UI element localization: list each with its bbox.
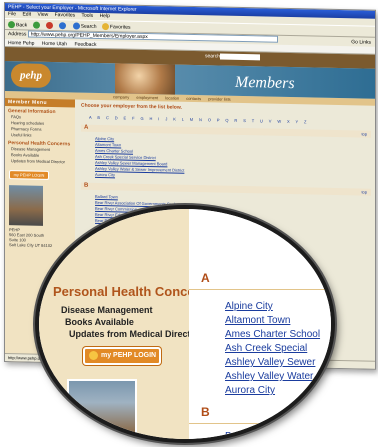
top-link[interactable]: top	[361, 188, 367, 195]
forward-arrow-icon	[32, 21, 40, 29]
sidebar-item-disease[interactable]: Disease Management	[61, 305, 153, 315]
login-button[interactable]: my PEHP LOGIN	[9, 170, 49, 180]
employer-link[interactable]: Ashley Valley Water	[225, 371, 313, 382]
employer-link[interactable]: Ash Creek Special	[225, 343, 307, 354]
employer-link[interactable]: Ballard Town	[225, 431, 282, 439]
nav-provider-lists[interactable]: provider lists	[208, 96, 230, 101]
family-photo	[115, 63, 175, 95]
building-photo	[9, 185, 43, 226]
magnifier-callout: Personal Health Concerns Disease Managem…	[35, 205, 335, 443]
star-icon	[101, 23, 109, 31]
magnified-sidebar: Personal Health Concerns Disease Managem…	[39, 209, 215, 439]
divider	[189, 289, 331, 290]
divider	[189, 423, 331, 424]
go-button[interactable]: Go Links	[351, 38, 371, 47]
employer-link[interactable]: Ames Charter School	[225, 329, 320, 340]
employer-link[interactable]: Altamont Town	[225, 315, 290, 326]
menu-file[interactable]: File	[8, 11, 16, 17]
address-label: Address	[8, 31, 27, 38]
back-arrow-icon	[8, 21, 15, 29]
employer-link[interactable]: Aurora City	[225, 385, 275, 396]
login-icon	[89, 350, 98, 360]
top-link[interactable]: top	[361, 130, 367, 137]
refresh-icon	[59, 22, 67, 30]
banner-title: Members	[235, 73, 295, 93]
nav-location[interactable]: location	[165, 95, 179, 100]
employer-link[interactable]: Alpine City	[225, 301, 273, 312]
menu-favorites[interactable]: Favorites	[55, 12, 76, 18]
sidebar-item-updates[interactable]: Updates from Medical Director	[5, 158, 75, 165]
stop-icon	[45, 22, 53, 30]
nav-employment[interactable]: employment	[136, 95, 158, 100]
sidebar-item-books[interactable]: Books Available	[65, 317, 134, 327]
building-photo	[67, 379, 137, 439]
employer-link[interactable]: Ashley Valley Sewer	[225, 357, 315, 368]
nav-contacts[interactable]: contacts	[186, 96, 201, 101]
section-header-a: A	[201, 271, 210, 285]
favorite-link[interactable]: Home Utah	[42, 41, 67, 48]
site-search-input[interactable]	[220, 53, 260, 61]
screenshot: PEHP - Select your Employer - Microsoft …	[0, 0, 378, 447]
nav-company[interactable]: company	[113, 94, 129, 99]
menu-view[interactable]: View	[37, 12, 48, 18]
pehp-logo[interactable]: pehp	[11, 63, 51, 88]
favorite-link[interactable]: Home Pehp	[8, 40, 34, 47]
site-search-label: search	[205, 53, 221, 60]
links-label: Links	[359, 39, 371, 46]
magnified-employer-list: A Alpine City Altamont Town Ames Charter…	[189, 209, 331, 439]
search-icon	[72, 22, 80, 30]
favorite-link[interactable]: Feedback	[74, 41, 96, 47]
section-header-b: B	[201, 405, 210, 419]
menu-edit[interactable]: Edit	[22, 11, 31, 17]
login-button[interactable]: my PEHP LOGIN	[83, 347, 161, 365]
page-instruction: Choose your employer from the list below…	[81, 102, 182, 111]
alphabet-index[interactable]: A B C D E F G H I J K L M N O P Q R S T …	[89, 115, 371, 126]
menu-help[interactable]: Help	[100, 13, 110, 19]
menu-tools[interactable]: Tools	[81, 13, 93, 19]
sidebar-item-updates[interactable]: Updates from Medical Director	[69, 329, 200, 339]
